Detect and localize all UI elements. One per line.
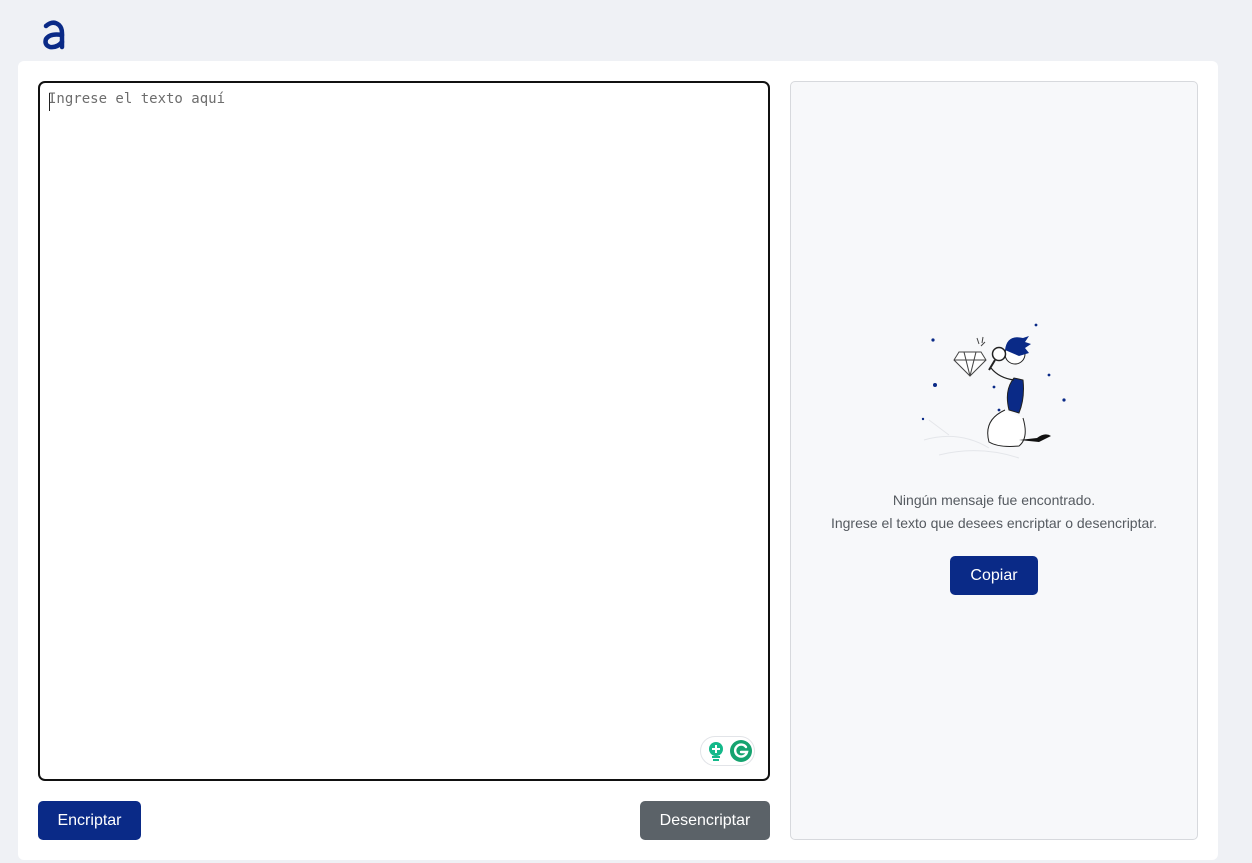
person-with-magnifier-diamond-illustration: [921, 323, 1066, 459]
text-editor[interactable]: [38, 81, 770, 781]
grammarly-g-icon[interactable]: [729, 739, 753, 763]
encrypt-button[interactable]: Encriptar: [38, 801, 141, 840]
grammarly-lightbulb-icon[interactable]: [707, 741, 725, 761]
decrypt-button[interactable]: Desencriptar: [640, 801, 770, 840]
alura-logo-icon[interactable]: [40, 16, 66, 52]
copy-button[interactable]: Copiar: [950, 556, 1038, 595]
text-input[interactable]: [48, 91, 760, 731]
text-caret: [49, 93, 50, 111]
result-panel: Ningún mensaje fue encontrado. Ingrese e…: [790, 81, 1198, 840]
empty-message-title: Ningún mensaje fue encontrado.: [892, 492, 1096, 508]
main-card: Encriptar Desencriptar: [18, 61, 1218, 860]
empty-message-body: Ingrese el texto que desees encriptar o …: [830, 515, 1158, 531]
grammarly-widget[interactable]: [700, 736, 755, 766]
